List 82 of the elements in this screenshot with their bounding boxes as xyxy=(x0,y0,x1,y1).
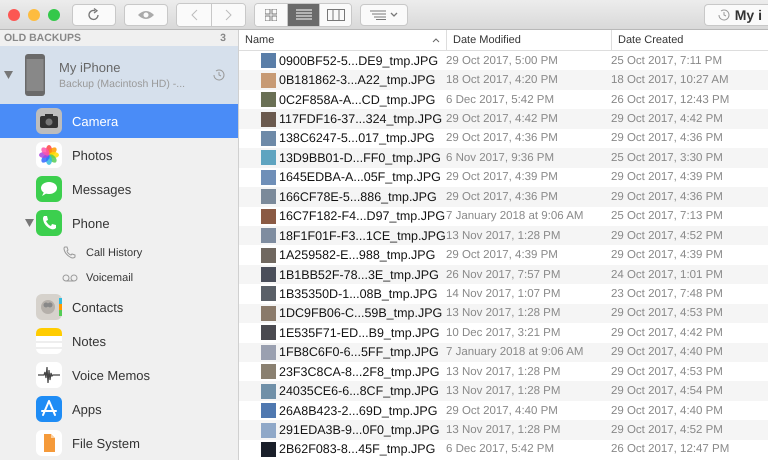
column-header[interactable]: Date Created xyxy=(611,30,768,50)
file-name-cell: 291EDA3B-9...0F0_tmp.JPG xyxy=(239,422,446,438)
date-created-cell-text: 25 Oct 2017, 3:30 PM xyxy=(611,152,724,164)
date-created-cell-text: 29 Oct 2017, 4:42 PM xyxy=(611,326,724,339)
device-row[interactable]: My iPhone Backup (Macintosh HD) -... xyxy=(0,46,238,104)
file-name-cell: 0B181862-3...A22_tmp.JPG xyxy=(239,72,446,88)
file-name-cell: 24035CE6-6...8CF_tmp.JPG xyxy=(239,384,446,399)
date-created-cell-text: 29 Oct 2017, 4:39 PM xyxy=(611,171,724,184)
date-modified-cell-text: 7 January 2018 at 9:06 AM xyxy=(446,210,584,222)
date-modified-cell-text: 13 Nov 2017, 1:28 PM xyxy=(446,424,562,436)
date-created-cell-text: 29 Oct 2017, 4:36 PM xyxy=(611,190,724,203)
date-created-cell-text: 18 Oct 2017, 10:27 AM xyxy=(611,74,730,86)
date-created-cell-text: 29 Oct 2017, 4:39 PM xyxy=(611,249,724,262)
sidebar-subitem[interactable]: Voicemail xyxy=(0,265,238,290)
file-name-cell: 138C6247-5...017_tmp.JPG xyxy=(239,130,446,146)
file-name-cell: 166CF78E-5...886_tmp.JPG xyxy=(239,189,446,204)
date-created-cell-text: 25 Oct 2017, 7:13 PM xyxy=(611,210,724,222)
file-name-cell: 16C7F182-F4...D97_tmp.JPG xyxy=(239,208,446,224)
file-name-cell: 18F1F01F-F3...1CE_tmp.JPG xyxy=(239,228,446,244)
date-created-cell-text: 24 Oct 2017, 1:01 PM xyxy=(611,268,724,281)
backup-location: Backup (Macintosh HD) -... xyxy=(59,78,186,90)
date-modified-cell-text: 6 Dec 2017, 5:42 PM xyxy=(446,94,556,106)
date-modified-cell-text: 29 Oct 2017, 5:00 PM xyxy=(446,54,559,67)
section-title: OLD BACKUPS xyxy=(4,32,82,44)
date-created-cell-text: 26 Oct 2017, 12:47 PM xyxy=(611,443,730,456)
date-modified-cell-text: 29 Oct 2017, 4:39 PM xyxy=(446,249,559,262)
date-modified-cell-text: 13 Nov 2017, 1:28 PM xyxy=(446,307,562,320)
file-name-cell: 1B1BB52F-78...3E_tmp.JPG xyxy=(239,267,446,282)
date-modified-cell-text: 14 Nov 2017, 1:07 PM xyxy=(446,288,562,300)
file-name-cell: 1645EDBA-A...05F_tmp.JPG xyxy=(239,170,446,185)
date-modified-cell-text: 29 Oct 2017, 4:36 PM xyxy=(446,190,559,203)
date-modified-cell-text: 13 Nov 2017, 1:28 PM xyxy=(446,230,562,242)
date-modified-cell-text: 10 Dec 2017, 3:21 PM xyxy=(446,326,562,339)
sidebar-item[interactable]: Contacts xyxy=(0,290,238,324)
date-modified-cell-text: 29 Oct 2017, 4:36 PM xyxy=(446,132,559,144)
date-created-cell-text: 26 Oct 2017, 12:43 PM xyxy=(611,94,730,106)
date-created-cell-text: 29 Oct 2017, 4:53 PM xyxy=(611,366,724,378)
date-modified-cell-text: 6 Nov 2017, 9:36 PM xyxy=(446,152,556,164)
date-created-cell-text: 29 Oct 2017, 4:54 PM xyxy=(611,385,724,398)
file-name-cell: 1FB8C6F0-6...5FF_tmp.JPG xyxy=(239,344,446,360)
date-created-cell-text: 29 Oct 2017, 4:53 PM xyxy=(611,307,724,320)
file-name-cell: 26A8B423-2...69D_tmp.JPG xyxy=(239,403,446,418)
date-modified-cell-text: 13 Nov 2017, 1:28 PM xyxy=(446,385,562,398)
date-created-cell-text: 29 Oct 2017, 4:36 PM xyxy=(611,132,724,144)
file-name-cell: 1A259582-E...988_tmp.JPG xyxy=(239,248,446,263)
column-header[interactable]: Name xyxy=(239,30,446,50)
date-created-cell-text: 29 Oct 2017, 4:42 PM xyxy=(611,113,724,126)
date-created-cell-text: 29 Oct 2017, 4:52 PM xyxy=(611,230,724,242)
sidebar-item[interactable]: Voice Memos xyxy=(0,358,238,392)
sidebar-item[interactable]: Messages xyxy=(0,172,238,206)
file-name-cell: 0900BF52-5...DE9_tmp.JPG xyxy=(239,53,446,68)
device-button[interactable]: My i xyxy=(704,4,768,26)
date-created-cell-text: 29 Oct 2017, 4:40 PM xyxy=(611,346,724,358)
device-name: My iPhone xyxy=(59,60,122,75)
date-modified-cell-text: 29 Oct 2017, 4:39 PM xyxy=(446,171,559,184)
file-name-cell: 1DC9FB06-C...59B_tmp.JPG xyxy=(239,306,446,321)
file-name-cell: 0C2F858A-A...CD_tmp.JPG xyxy=(239,92,446,108)
sidebar-item[interactable]: File System xyxy=(0,426,238,460)
file-name-cell: 1B35350D-1...08B_tmp.JPG xyxy=(239,286,446,302)
date-modified-cell-text: 18 Oct 2017, 4:20 PM xyxy=(446,74,559,86)
sidebar-item[interactable]: Phone xyxy=(0,206,238,240)
date-created-cell-text: 25 Oct 2017, 7:11 PM xyxy=(611,54,724,67)
column-header[interactable]: Date Modified xyxy=(446,30,611,50)
file-name-cell: 117FDF16-37...324_tmp.JPG xyxy=(239,112,446,127)
date-modified-cell-text: 29 Oct 2017, 4:40 PM xyxy=(446,404,559,417)
date-modified-cell-text: 13 Nov 2017, 1:28 PM xyxy=(446,366,562,378)
date-created-cell-text: 29 Oct 2017, 4:40 PM xyxy=(611,404,724,417)
file-name-cell: 2B62F083-8...45F_tmp.JPG xyxy=(239,442,446,457)
sidebar-item[interactable]: Notes xyxy=(0,324,238,358)
file-name-cell: 23F3C8CA-8...2F8_tmp.JPG xyxy=(239,364,446,380)
backup-count: 3 xyxy=(220,32,226,44)
date-created-cell-text: 29 Oct 2017, 4:52 PM xyxy=(611,424,724,436)
file-name-cell: 1E535F71-ED...B9_tmp.JPG xyxy=(239,325,446,340)
date-modified-cell-text: 26 Nov 2017, 7:57 PM xyxy=(446,268,562,281)
sidebar-subitem[interactable]: Call History xyxy=(0,240,238,265)
sidebar-item[interactable]: Photos xyxy=(0,138,238,172)
sidebar-item[interactable]: Apps xyxy=(0,392,238,426)
date-modified-cell-text: 29 Oct 2017, 4:42 PM xyxy=(446,113,559,126)
date-modified-cell-text: 6 Dec 2017, 5:42 PM xyxy=(446,443,556,456)
file-name-cell: 13D9BB01-D...FF0_tmp.JPG xyxy=(239,150,446,166)
date-created-cell-text: 23 Oct 2017, 7:48 PM xyxy=(611,288,724,300)
date-modified-cell-text: 7 January 2018 at 9:06 AM xyxy=(446,346,584,358)
